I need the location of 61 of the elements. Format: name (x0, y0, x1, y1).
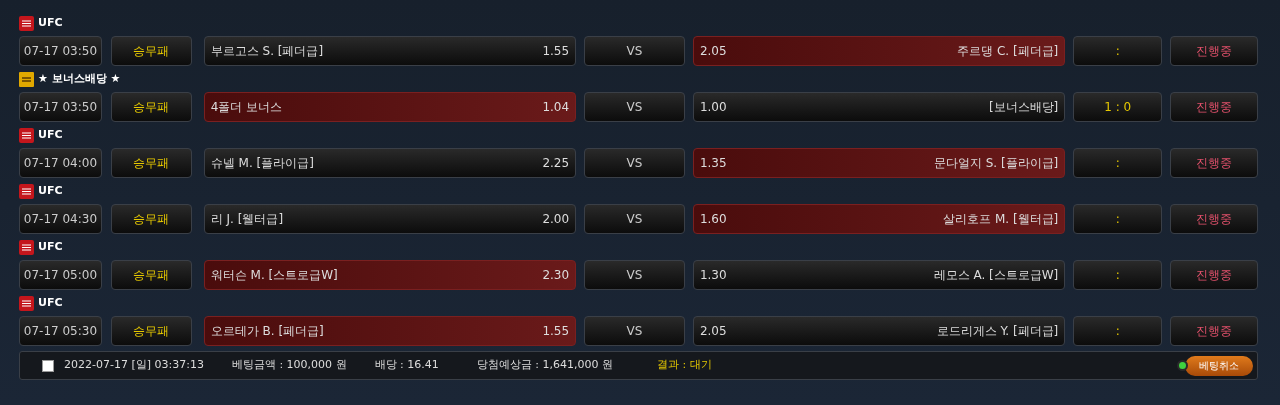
league-name: UFC (38, 294, 63, 311)
status-badge: 진행중 (1170, 92, 1258, 122)
league-name: UFC (38, 182, 63, 199)
market-button[interactable]: 승무패 (110, 204, 192, 234)
market-button[interactable]: 승무패 (110, 316, 192, 346)
league-logo-icon (19, 127, 34, 143)
league-logo-icon (19, 183, 34, 199)
away-odds-button[interactable]: 1.30 레모스 A. [스트로급W] (692, 260, 1066, 290)
league-logo-icon (19, 295, 34, 311)
away-odds-button[interactable]: 1.35 문다얼지 S. [플라이급] (692, 148, 1066, 178)
status-badge: 진행중 (1170, 316, 1258, 346)
away-odds-button[interactable]: 1.60 살리호프 M. [웰터급] (692, 204, 1066, 234)
league-logo-icon (19, 15, 34, 31)
match-time: 07-17 05:00 (19, 260, 102, 290)
score-display: : (1073, 36, 1163, 66)
match-time: 07-17 03:50 (19, 36, 102, 66)
vs-label: VS (584, 316, 685, 346)
vs-label: VS (584, 260, 685, 290)
vs-label: VS (584, 92, 685, 122)
score-display: : (1073, 260, 1163, 290)
match-time: 07-17 05:30 (19, 316, 102, 346)
home-odds-button[interactable]: 워터슨 M. [스트로급W] 2.30 (203, 260, 577, 290)
away-odds-button[interactable]: 1.00 [보너스배당] (692, 92, 1066, 122)
market-button[interactable]: 승무패 (110, 260, 192, 290)
status-badge: 진행중 (1170, 260, 1258, 290)
away-odds-button[interactable]: 2.05 로드리게스 Y. [페더급] (692, 316, 1066, 346)
score-display: : (1073, 316, 1163, 346)
league-logo-icon (19, 71, 34, 87)
bet-result: 결과 : 대기 (657, 357, 712, 374)
vs-label: VS (584, 148, 685, 178)
match-time: 07-17 04:30 (19, 204, 102, 234)
vs-label: VS (584, 36, 685, 66)
home-odds-button[interactable]: 슈넬 M. [플라이급] 2.25 (203, 148, 577, 178)
home-odds-button[interactable]: 4폴더 보너스 1.04 (203, 92, 577, 122)
home-odds-button[interactable]: 부르고스 S. [페더급] 1.55 (203, 36, 577, 66)
vs-label: VS (584, 204, 685, 234)
status-badge: 진행중 (1170, 148, 1258, 178)
home-odds-button[interactable]: 리 J. [웰터급] 2.00 (203, 204, 577, 234)
match-time: 07-17 04:00 (19, 148, 102, 178)
bet-odds: 배당 : 16.41 (374, 357, 439, 374)
score-display: : (1073, 148, 1163, 178)
league-logo-icon (19, 239, 34, 255)
bet-datetime: 2022-07-17 [일] 03:37:13 (64, 357, 204, 374)
status-badge: 진행중 (1170, 36, 1258, 66)
market-button[interactable]: 승무패 (110, 36, 192, 66)
expected-payout: 당첨예상금 : 1,641,000 원 (476, 357, 613, 374)
checkbox[interactable] (42, 359, 54, 372)
away-odds-button[interactable]: 2.05 주르댕 C. [페더급] (692, 36, 1066, 66)
home-odds-button[interactable]: 오르테가 B. [페더급] 1.55 (203, 316, 577, 346)
status-badge: 진행중 (1170, 204, 1258, 234)
bet-amount: 베팅금액 : 100,000 원 (231, 357, 347, 374)
match-time: 07-17 03:50 (19, 92, 102, 122)
market-button[interactable]: 승무패 (110, 92, 192, 122)
league-name: UFC (38, 126, 63, 143)
score-display: : (1073, 204, 1163, 234)
score-display: 1 : 0 (1073, 92, 1163, 122)
league-name: ★ 보너스배당 ★ (38, 70, 121, 87)
league-name: UFC (38, 238, 63, 255)
league-name: UFC (38, 14, 63, 31)
market-button[interactable]: 승무패 (110, 148, 192, 178)
cancel-bet-button[interactable]: 베팅취소 (1185, 355, 1253, 376)
